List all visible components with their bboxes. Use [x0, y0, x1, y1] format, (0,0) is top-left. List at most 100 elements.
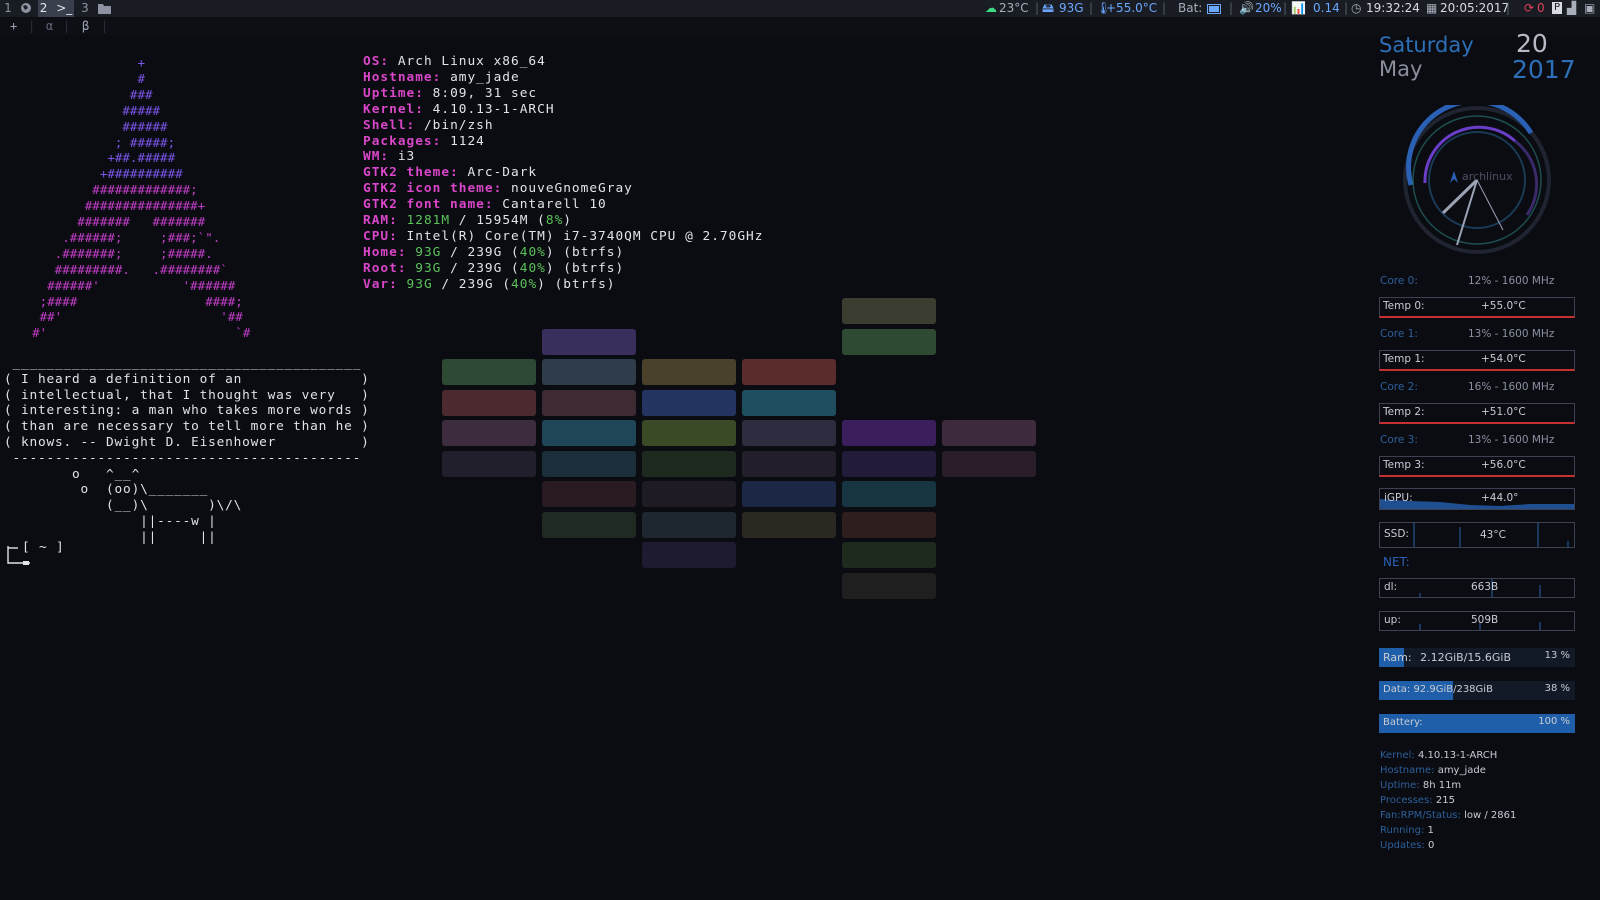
download-label: dl:: [1384, 581, 1398, 593]
tray-app-icon[interactable]: P: [1552, 2, 1562, 14]
cowsay-line: ( interesting: a man who takes more word…: [4, 403, 370, 419]
color-block: [542, 481, 636, 507]
upload-speed: 509B: [1471, 614, 1499, 626]
cowsay-line: ________________________________________…: [4, 356, 362, 371]
calendar-icon: ▦: [1426, 1, 1438, 15]
tab-alpha[interactable]: α: [46, 18, 53, 35]
color-block: [842, 420, 936, 446]
ram-label: Ram: 2.12GiB/15.6GiB: [1383, 651, 1512, 664]
color-block: [542, 420, 636, 446]
load-average: 0.14: [1313, 1, 1340, 15]
net-title: NET:: [1383, 555, 1410, 569]
neofetch-line: RAM: 1281M / 15954M (8%): [363, 213, 572, 229]
info-value: 4.10.13-1-ARCH: [432, 101, 555, 117]
workspace-3[interactable]: 3: [78, 0, 92, 17]
info-value: Cantarell 10: [502, 197, 607, 213]
color-block: [742, 420, 836, 446]
color-block: [842, 512, 936, 538]
info-value: Arch Linux x86_64: [397, 54, 546, 69]
sys-info-row: Uptime: 8h 11m: [1380, 778, 1516, 793]
core-value: 12% - 1600 MHz: [1468, 275, 1555, 287]
volume-icon[interactable]: 🔊: [1239, 0, 1254, 17]
disk-close: ) (btrfs): [545, 260, 625, 276]
battery-label: Battery:: [1383, 717, 1423, 728]
color-block: [642, 481, 736, 507]
download-speed: 663B: [1471, 581, 1499, 593]
disk-total: 239G: [467, 260, 503, 276]
ascii-logo-line: #########. .########`: [2, 261, 228, 277]
ram-open: (: [528, 213, 546, 228]
core-label: Core 3:: [1380, 434, 1418, 446]
ram-percent: 13 %: [1544, 650, 1570, 661]
sys-label: Running:: [1380, 825, 1425, 836]
core-value: 13% - 1600 MHz: [1468, 328, 1555, 340]
volume-level[interactable]: 20%: [1255, 0, 1282, 17]
folder-icon[interactable]: [95, 0, 113, 17]
neofetch-line: GTK2 theme: Arc-Dark: [363, 165, 537, 181]
sys-value: amy_jade: [1437, 765, 1486, 776]
separator: |: [1035, 1, 1040, 15]
tab-beta[interactable]: β: [82, 18, 89, 35]
cowsay-line: o ^__^: [4, 466, 141, 482]
globe-icon[interactable]: [17, 0, 35, 17]
info-key: Var:: [363, 276, 398, 292]
ram-bar: Ram: 2.12GiB/15.6GiB 13 %: [1379, 648, 1575, 667]
data-disk-bar: Data: 92.9GiB/238GiB 38 %: [1379, 681, 1575, 700]
disk-pct: 40%: [511, 276, 538, 292]
ram-pct: 8%: [545, 213, 564, 228]
date: 20:05:2017: [1440, 1, 1510, 15]
prompt-corner-icon: [7, 546, 30, 565]
refresh-icon: ⟳: [1524, 1, 1535, 15]
ascii-logo-line: ###: [2, 86, 153, 102]
network-icon[interactable]: ▣: [1584, 0, 1595, 17]
battery-bar: Battery: 100 %: [1379, 714, 1575, 733]
color-block: [742, 512, 836, 538]
neofetch-line: Var: 93G / 239G (40%) (btrfs): [363, 277, 616, 293]
disk-close: ) (btrfs): [537, 276, 616, 292]
disk-icon: 🖴: [1042, 1, 1055, 15]
info-key: Packages:: [363, 133, 442, 149]
info-key: RAM:: [363, 213, 398, 228]
info-value: amy_jade: [450, 69, 520, 85]
neofetch-line: Shell: /bin/zsh: [363, 118, 494, 134]
temp-value: +55.0°C: [1481, 300, 1526, 312]
sys-value: 8h 11m: [1422, 780, 1462, 791]
analog-clock: archlinux: [1403, 105, 1551, 254]
disk-pct: 40%: [519, 260, 546, 276]
info-value: i3: [397, 149, 416, 165]
cowsay-line: ( intellectual, that I thought was very …: [4, 387, 370, 403]
color-block: [842, 298, 936, 324]
separator: |: [1283, 1, 1288, 15]
workspace-2[interactable]: 2 >_: [38, 0, 74, 17]
color-block: [542, 359, 636, 385]
igpu-graph: iGPU: +44.0°: [1379, 488, 1575, 510]
sys-label: Uptime:: [1380, 780, 1420, 791]
new-tab-button[interactable]: +: [10, 18, 17, 35]
core-label: Core 2:: [1380, 381, 1418, 393]
cowsay-line: ( I heard a definition of an ): [4, 371, 370, 387]
color-block: [942, 451, 1036, 477]
signal-icon[interactable]: ▟: [1567, 0, 1576, 17]
sys-value: 215: [1435, 795, 1455, 806]
color-block: [842, 542, 936, 568]
workspace-1[interactable]: 1: [0, 0, 16, 17]
info-key: Uptime:: [363, 85, 424, 101]
color-block: [442, 359, 536, 385]
info-key: Root:: [363, 260, 407, 276]
weather-temp: 23°C: [999, 1, 1029, 15]
workspace-number: 1: [4, 1, 12, 15]
ssd-graph: SSD: 43°C: [1379, 522, 1575, 548]
sys-value: 1: [1427, 825, 1434, 836]
disk-free: 93G: [1059, 1, 1084, 15]
neofetch-line: Packages: 1124: [363, 134, 485, 150]
neofetch-line: GTK2 font name: Cantarell 10: [363, 197, 607, 213]
ssd-temp: 43°C: [1480, 529, 1506, 541]
color-block: [442, 390, 536, 416]
color-block: [842, 481, 936, 507]
sys-label: Kernel:: [1380, 750, 1415, 761]
info-value: /bin/zsh: [423, 117, 494, 133]
neofetch-line: Home: 93G / 239G (40%) (btrfs): [363, 245, 624, 261]
clock-icon: ◷: [1351, 1, 1362, 15]
sys-label: Processes:: [1380, 795, 1433, 806]
color-block: [742, 481, 836, 507]
